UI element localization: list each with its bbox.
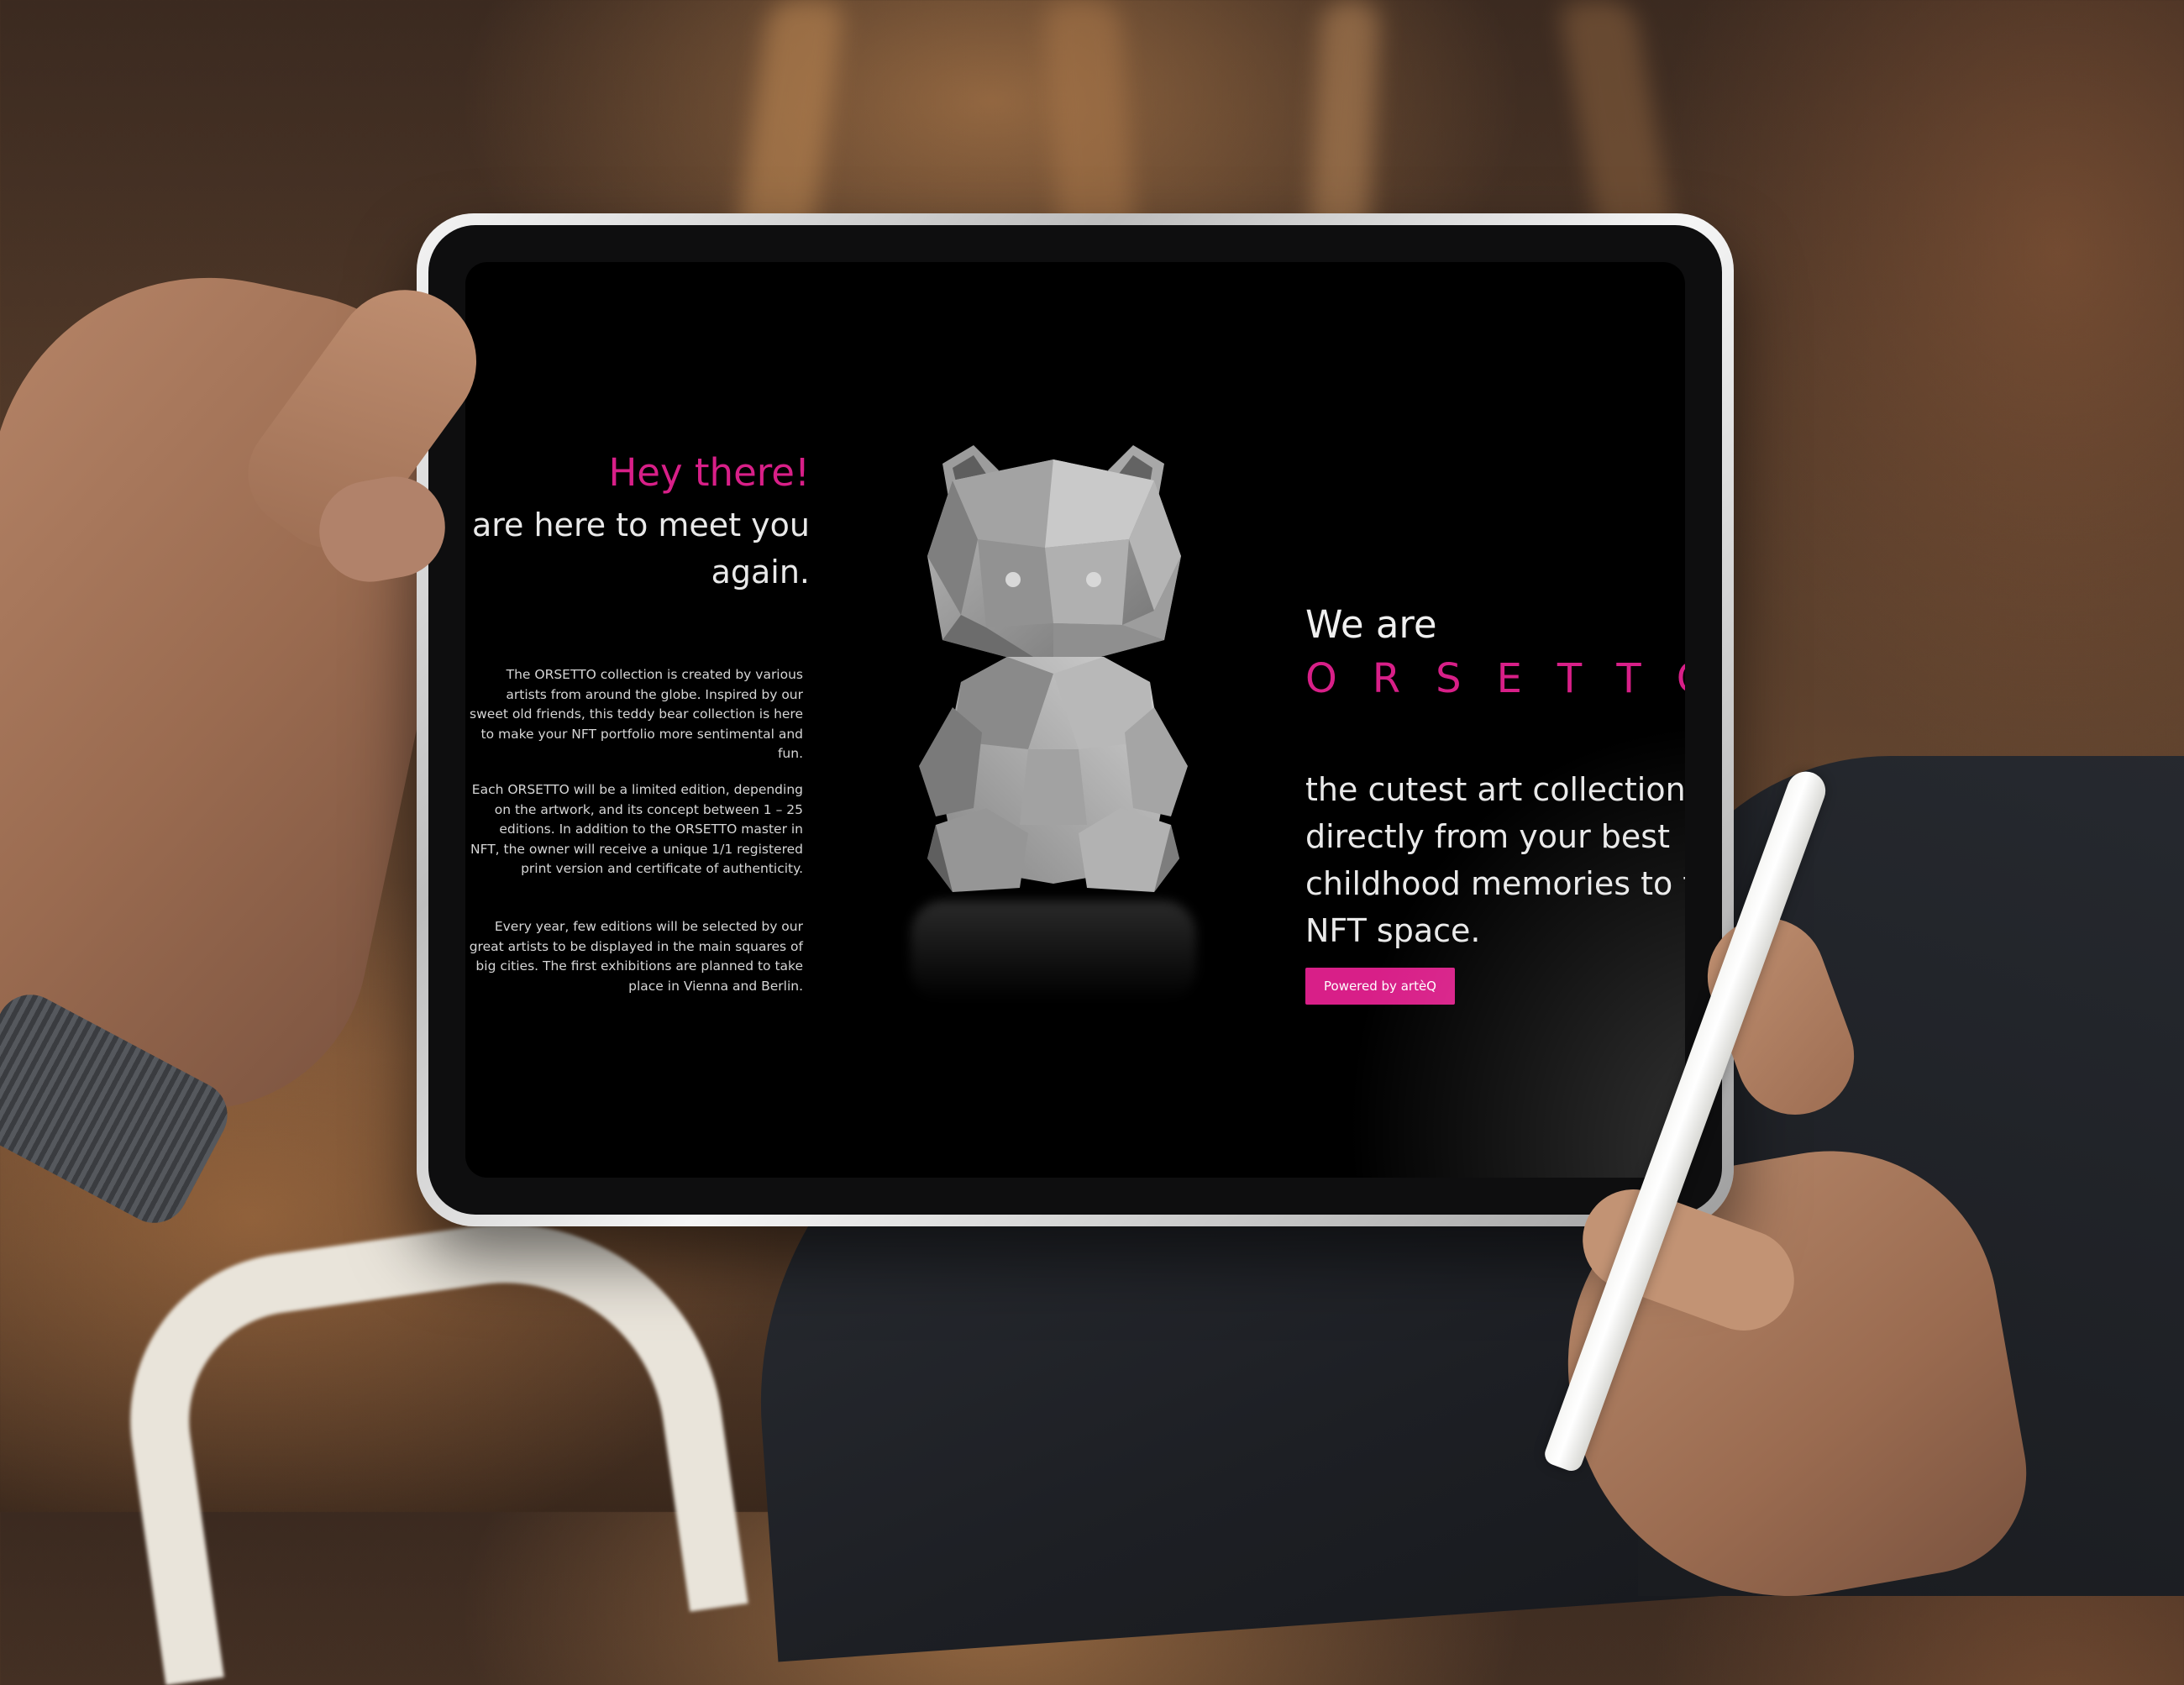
tablet-bezel: Hey there! We are here to meet you again… <box>428 225 1722 1215</box>
about-paragraph-3: Every year, few editions will be selecte… <box>469 919 803 994</box>
about-paragraph-1: The ORSETTO collection is created by var… <box>470 667 803 761</box>
tablet-device: Hey there! We are here to meet you again… <box>417 213 1734 1226</box>
we-are-heading: We are <box>1305 602 1437 647</box>
bear-reflection <box>911 900 1196 1001</box>
brand-name: ORSETTO <box>1305 655 1685 702</box>
hey-heading: Hey there! <box>608 450 810 495</box>
about-paragraph-2: Each ORSETTO will be a limited edition, … <box>470 782 803 876</box>
powered-by-button[interactable]: Powered by artèQ <box>1305 968 1455 1005</box>
meet-subtitle: We are here to meet you again. <box>465 507 810 591</box>
low-poly-teddy-bear-image <box>919 445 1188 892</box>
chair-armrest <box>108 1195 748 1685</box>
tablet-screen: Hey there! We are here to meet you again… <box>465 262 1685 1178</box>
brand-tagline: the cutest art collection directly from … <box>1305 771 1685 949</box>
